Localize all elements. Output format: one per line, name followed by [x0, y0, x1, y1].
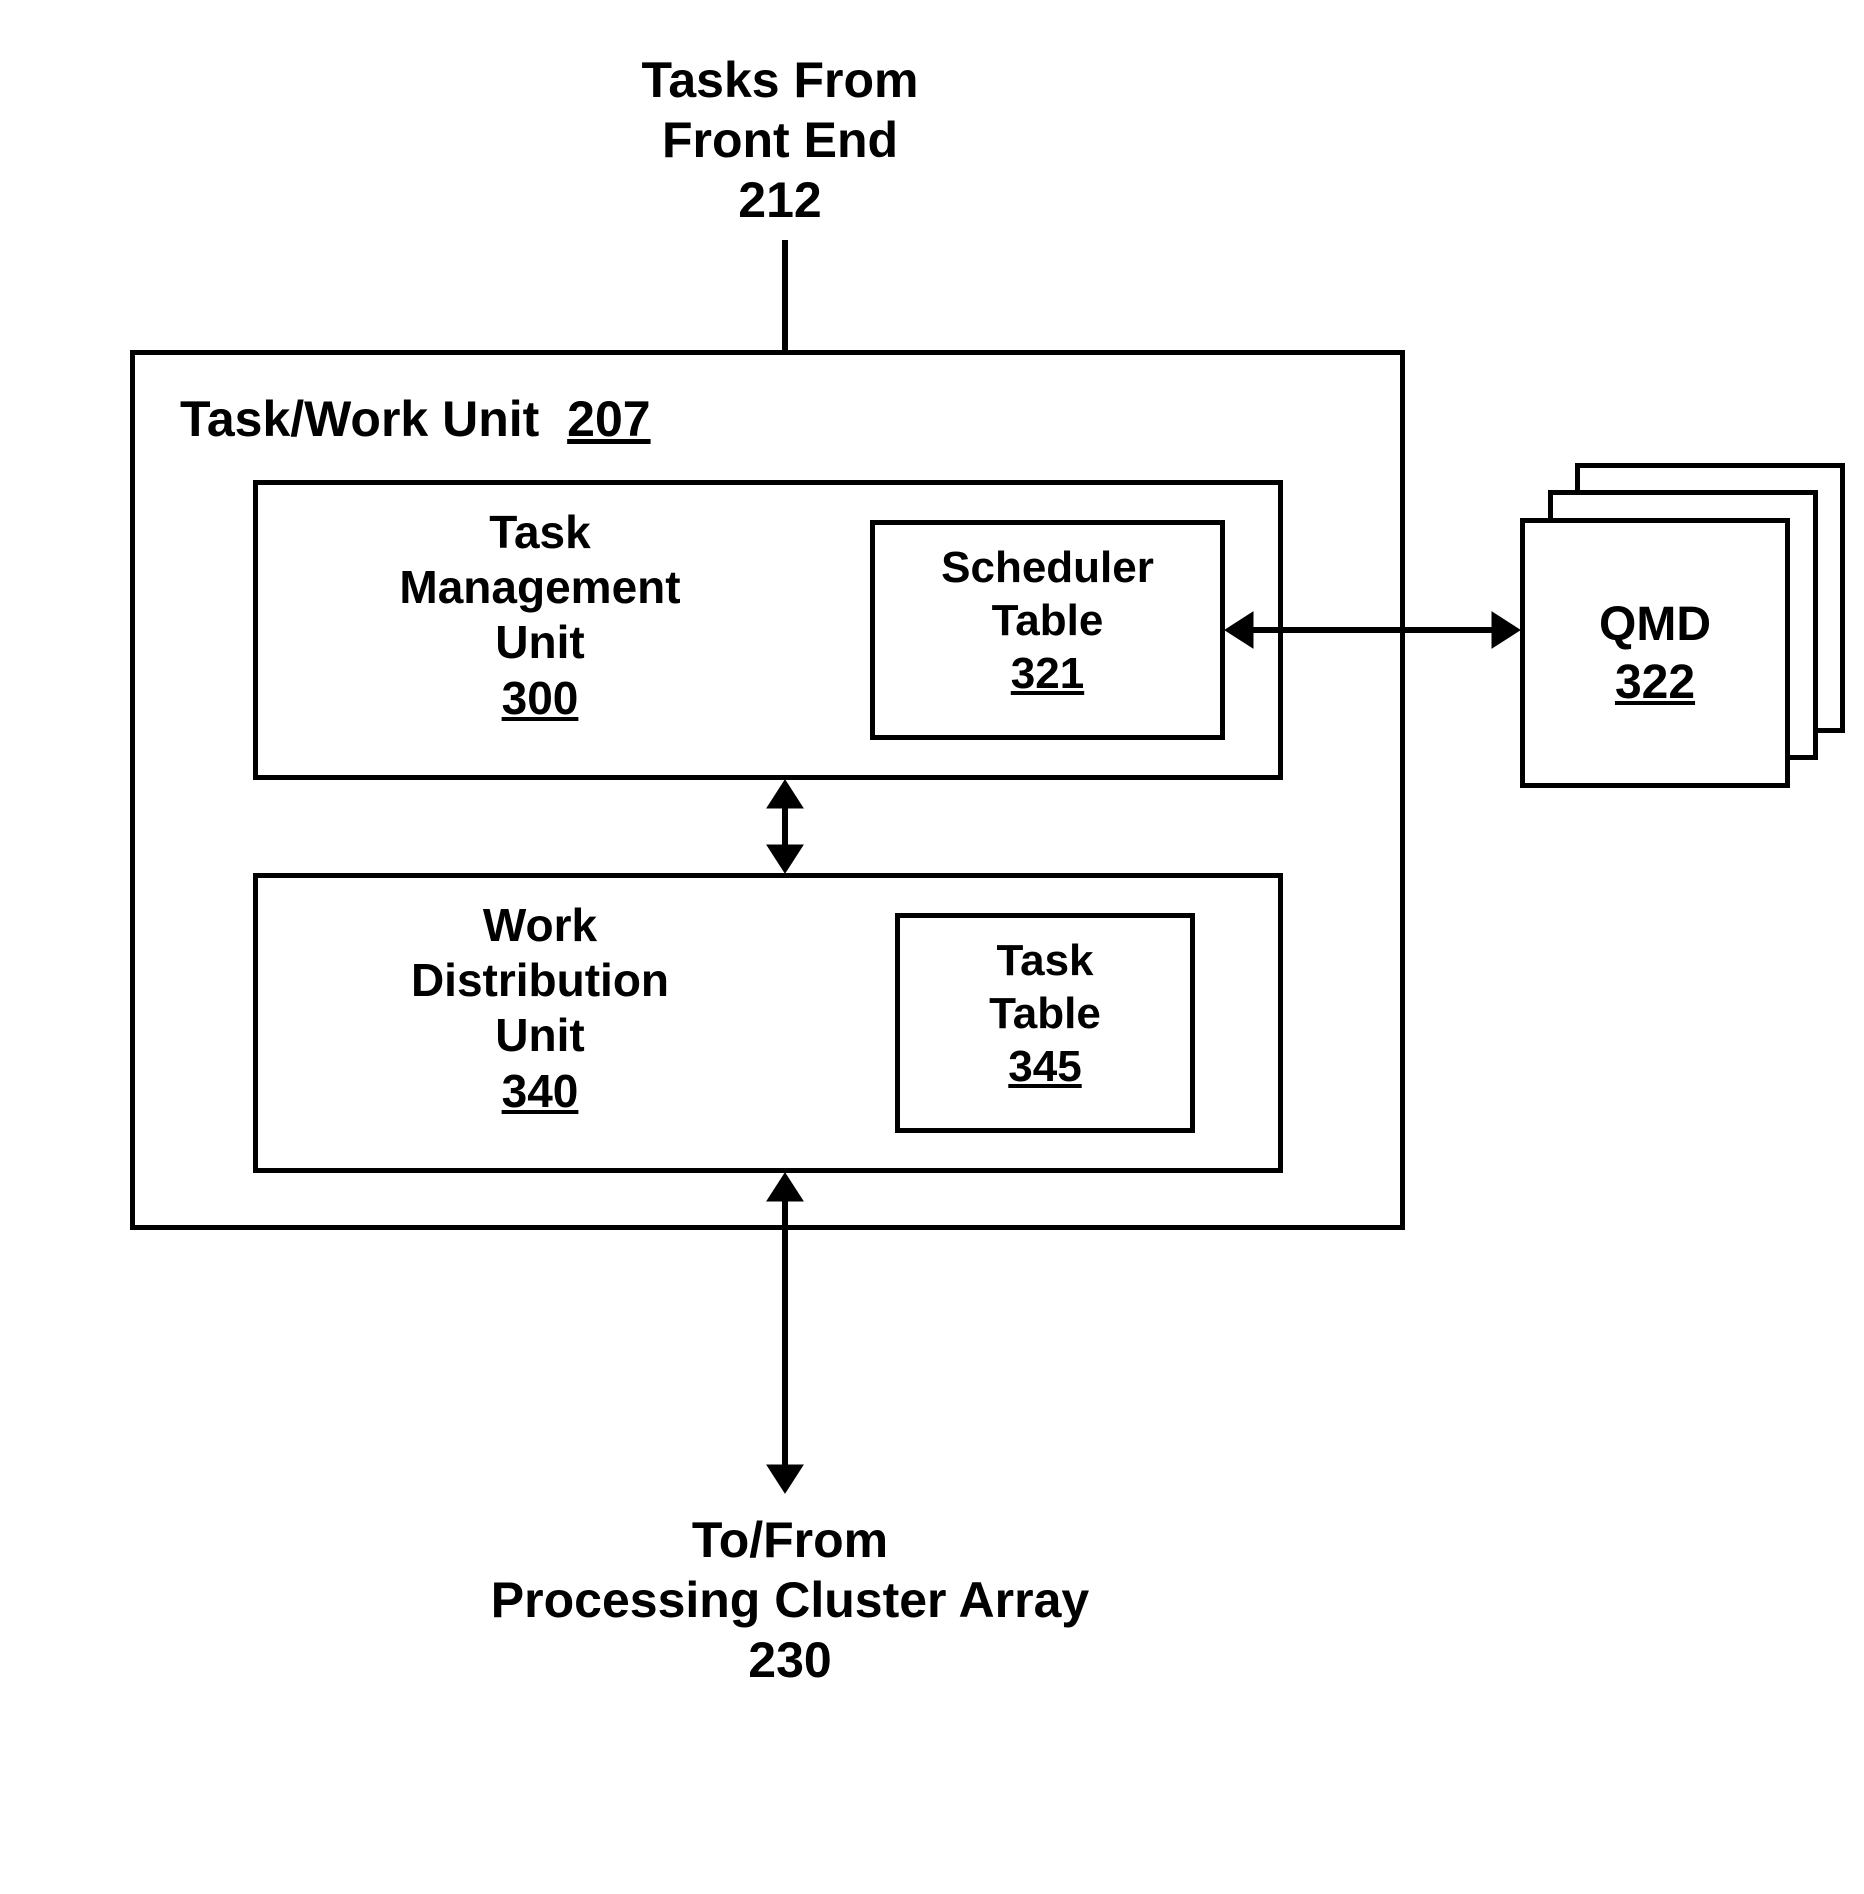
- tmu-l1: Task: [489, 506, 590, 558]
- wdu-l2: Distribution: [411, 954, 669, 1006]
- wdu-l1: Work: [483, 899, 597, 951]
- task-table-label: Task Table 345: [905, 935, 1185, 1093]
- wdu-l3: Unit: [495, 1009, 584, 1061]
- tt-l2: Table: [989, 989, 1101, 1038]
- sched-l2: Table: [992, 596, 1104, 645]
- tt-l1: Task: [996, 936, 1093, 985]
- top-line1: Tasks From: [642, 52, 919, 108]
- arrow-sched-qmd: [1225, 620, 1520, 640]
- arrow-wdu-bottom: [775, 1173, 795, 1493]
- top-line2: Front End: [662, 112, 898, 168]
- diagram-canvas: Tasks From Front End 212 Task/Work Unit …: [0, 0, 1864, 1894]
- qmd-label: QMD 322: [1530, 596, 1780, 711]
- sched-l1: Scheduler: [941, 543, 1154, 592]
- wdu-num: 340: [502, 1065, 579, 1117]
- twu-num: 207: [567, 391, 650, 447]
- qmd-title: QMD: [1599, 598, 1711, 651]
- tt-num: 345: [1008, 1042, 1081, 1091]
- scheduler-table-label: Scheduler Table 321: [880, 542, 1215, 700]
- task-work-unit-title: Task/Work Unit 207: [180, 390, 651, 448]
- tmu-l3: Unit: [495, 616, 584, 668]
- twu-title-text: Task/Work Unit: [180, 391, 539, 447]
- sched-num: 321: [1011, 649, 1084, 698]
- top-input-label: Tasks From Front End 212: [430, 50, 1130, 230]
- tmu-num: 300: [502, 672, 579, 724]
- bottom-num: 230: [748, 1632, 831, 1688]
- top-num: 212: [738, 172, 821, 228]
- bottom-l1: To/From: [692, 1512, 888, 1568]
- bottom-output-label: To/From Processing Cluster Array 230: [350, 1510, 1230, 1690]
- bottom-l2: Processing Cluster Array: [491, 1572, 1089, 1628]
- arrow-tmu-wdu: [775, 780, 795, 873]
- tmu-label: Task Management Unit 300: [285, 505, 795, 726]
- wdu-label: Work Distribution Unit 340: [285, 898, 795, 1119]
- tmu-l2: Management: [399, 561, 680, 613]
- qmd-num: 322: [1615, 656, 1695, 709]
